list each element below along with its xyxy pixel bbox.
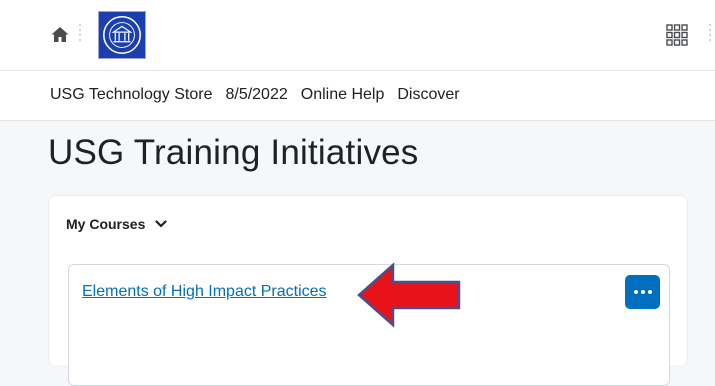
separator-dots [79, 24, 82, 46]
nav-item-date[interactable]: 8/5/2022 [225, 86, 287, 104]
more-options-icon [633, 290, 638, 294]
course-link[interactable]: Elements of High Impact Practices [82, 283, 327, 301]
my-courses-header[interactable]: My Courses [66, 216, 167, 232]
my-courses-label: My Courses [66, 216, 146, 232]
secondary-navbar: USG Technology Store 8/5/2022 Online Hel… [0, 71, 715, 121]
institution-seal-logo[interactable] [98, 11, 146, 59]
red-arrow-icon [357, 262, 461, 328]
chevron-down-icon [155, 220, 167, 228]
nav-item-discover[interactable]: Discover [397, 86, 459, 104]
waffle-grid-icon[interactable] [666, 24, 688, 46]
top-navbar [0, 0, 715, 71]
separator-dots-right [709, 24, 712, 44]
page-title: USG Training Initiatives [48, 133, 419, 172]
more-options-button[interactable] [625, 275, 660, 309]
nav-links: USG Technology Store 8/5/2022 Online Hel… [50, 86, 460, 104]
nav-item-online-help[interactable]: Online Help [301, 86, 385, 104]
nav-item-technology-store[interactable]: USG Technology Store [50, 86, 212, 104]
home-icon[interactable] [50, 25, 70, 45]
